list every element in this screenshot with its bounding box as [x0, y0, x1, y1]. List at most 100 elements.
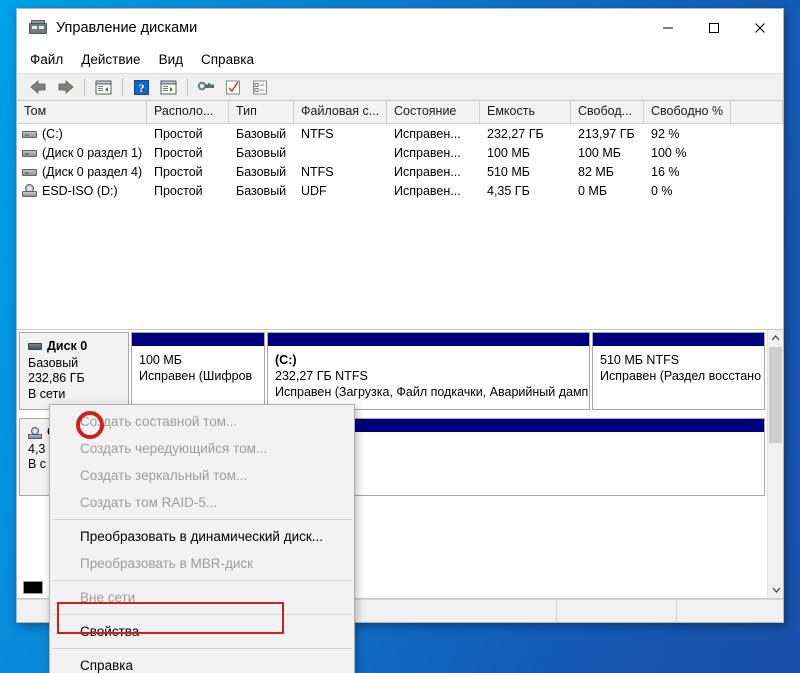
- menu-item-help[interactable]: Справка: [201, 50, 263, 70]
- status-segment-3: [677, 600, 783, 622]
- show-console-tree-icon[interactable]: [90, 76, 116, 98]
- menu-item-file[interactable]: Файл: [30, 50, 72, 70]
- partition-box[interactable]: 100 МБ Исправен (Шифров: [131, 332, 265, 410]
- column-header-capacity[interactable]: Емкость: [480, 101, 571, 123]
- column-header-empty[interactable]: [731, 101, 783, 123]
- disk-management-icon: [29, 20, 47, 36]
- cell-free-percent: 92 %: [651, 126, 680, 141]
- partition-text: (C:) 232,27 ГБ NTFS Исправен (Загрузка, …: [268, 347, 589, 400]
- cell-volume-label: (C:): [42, 126, 63, 141]
- partition-box[interactable]: (C:) 232,27 ГБ NTFS Исправен (Загрузка, …: [267, 332, 590, 410]
- svg-text:?: ?: [138, 81, 144, 95]
- cell-volume: (Диск 0 раздел 4): [17, 165, 147, 179]
- toolbar-separator: [84, 78, 85, 96]
- context-menu-item-mirrored-volume: Создать зеркальный том...: [80, 468, 248, 483]
- column-header-free-percent[interactable]: Свободно %: [644, 101, 731, 123]
- column-header-filesystem[interactable]: Файловая с...: [294, 101, 387, 123]
- cell-free: 0 МБ: [578, 183, 608, 198]
- minimize-button[interactable]: [645, 9, 691, 47]
- cell-type: Базовый: [236, 145, 287, 160]
- red-circle-annotation: [76, 411, 104, 439]
- rescan-disks-icon[interactable]: [193, 76, 219, 98]
- column-header-volume[interactable]: Том: [17, 101, 147, 123]
- scrollbar-thumb[interactable]: [769, 347, 782, 443]
- legend-swatch: [23, 580, 43, 594]
- partition-status: Исправен (Раздел восстано: [600, 369, 762, 383]
- disk0-partitions: 100 МБ Исправен (Шифров (C:) 232,27 ГБ N…: [129, 332, 765, 410]
- scroll-down-button[interactable]: [768, 582, 783, 598]
- close-button[interactable]: [737, 9, 783, 47]
- context-menu-item-help[interactable]: Справка: [50, 652, 354, 673]
- forward-arrow-icon[interactable]: [52, 76, 78, 98]
- toolbar: ?: [17, 73, 783, 101]
- context-menu-item-raid5-volume: Создать том RAID-5...: [80, 495, 218, 510]
- partition-status: Исправен (Загрузка, Файл подкачки, Авари…: [275, 385, 590, 399]
- context-menu-item-convert-dynamic[interactable]: Преобразовать в динамический диск...: [50, 523, 354, 550]
- partition-box[interactable]: 510 МБ NTFS Исправен (Раздел восстано: [592, 332, 765, 410]
- cell-layout: Простой: [154, 145, 203, 160]
- partition-color-bar: [593, 333, 764, 347]
- menu-item-action[interactable]: Действие: [81, 50, 149, 70]
- cell-capacity: 100 МБ: [487, 145, 530, 160]
- help-icon[interactable]: ?: [128, 76, 154, 98]
- menu-item-view[interactable]: Вид: [159, 50, 192, 70]
- task-list-icon[interactable]: [247, 76, 273, 98]
- context-menu-item-convert-mbr: Преобразовать в MBR-диск: [80, 556, 254, 571]
- column-header-layout[interactable]: Располо...: [147, 101, 229, 123]
- table-row[interactable]: (C:) Простой Базовый NTFS Исправен... 23…: [17, 124, 783, 143]
- cell-status: Исправен...: [394, 126, 461, 141]
- column-header-free[interactable]: Свобод...: [571, 101, 644, 123]
- partition-text: 510 МБ NTFS Исправен (Раздел восстано: [593, 347, 764, 384]
- table-row[interactable]: (Диск 0 раздел 4) Простой Базовый NTFS И…: [17, 162, 783, 181]
- cell-free: 100 МБ: [578, 145, 621, 160]
- partition-color-bar: [268, 333, 589, 347]
- volume-list-header: Том Располо... Тип Файловая с... Состоян…: [17, 101, 783, 124]
- volume-icon: [22, 128, 37, 140]
- cell-free-percent: 0 %: [651, 183, 673, 198]
- maximize-button[interactable]: [691, 9, 737, 47]
- window-controls: [645, 9, 783, 47]
- show-action-pane-icon[interactable]: [155, 76, 181, 98]
- volume-list-body: (C:) Простой Базовый NTFS Исправен... 23…: [17, 124, 783, 329]
- context-menu-separator: [52, 519, 352, 520]
- partition-text: 100 МБ Исправен (Шифров: [132, 347, 264, 384]
- cell-free: 82 МБ: [578, 164, 614, 179]
- table-row[interactable]: (Диск 0 раздел 1) Простой Базовый Исправ…: [17, 143, 783, 162]
- context-menu-separator: [52, 580, 352, 581]
- harddisk-icon: [28, 343, 42, 351]
- partition-size: 100 МБ: [139, 353, 182, 367]
- cell-volume: ESD-ISO (D:): [17, 184, 147, 198]
- partition-status: Исправен (Шифров: [139, 369, 253, 383]
- cell-capacity: 4,35 ГБ: [487, 183, 530, 198]
- red-rect-annotation: [57, 602, 284, 634]
- properties-checkmark-icon[interactable]: [220, 76, 246, 98]
- window-title: Управление дисками: [56, 20, 198, 36]
- disk-info-disk0[interactable]: Диск 0 Базовый 232,86 ГБ В сети: [19, 332, 129, 410]
- partition-size: 232,27 ГБ NTFS: [275, 369, 368, 383]
- context-menu-item-striped-volume: Создать чередующийся том...: [80, 441, 268, 456]
- scroll-up-button[interactable]: [768, 330, 783, 346]
- status-segment-2: [557, 600, 677, 622]
- back-arrow-icon[interactable]: [25, 76, 51, 98]
- cell-capacity: 232,27 ГБ: [487, 126, 544, 141]
- cdrom-icon: [28, 426, 42, 439]
- table-row[interactable]: ESD-ISO (D:) Простой Базовый UDF Исправе…: [17, 181, 783, 200]
- partition-title: (C:): [275, 353, 297, 367]
- disk-name: Диск 0: [47, 339, 88, 353]
- disk-size: 232,86 ГБ: [28, 371, 85, 385]
- volume-icon: [22, 166, 37, 178]
- graphical-view-scrollbar[interactable]: [767, 330, 783, 598]
- disk-row-disk0[interactable]: Диск 0 Базовый 232,86 ГБ В сети 100 МБ И…: [19, 332, 765, 410]
- context-menu-separator: [52, 648, 352, 649]
- cell-filesystem: NTFS: [301, 164, 334, 179]
- cell-free-percent: 16 %: [651, 164, 680, 179]
- column-header-type[interactable]: Тип: [229, 101, 294, 123]
- cell-layout: Простой: [154, 183, 203, 198]
- disk-status: В сети: [28, 386, 66, 401]
- cell-free-percent: 100 %: [651, 145, 687, 160]
- cell-filesystem: NTFS: [301, 126, 334, 141]
- partition-size: 510 МБ NTFS: [600, 353, 680, 367]
- column-header-status[interactable]: Состояние: [387, 101, 480, 123]
- partition-color-bar: [132, 333, 264, 347]
- cell-free: 213,97 ГБ: [578, 126, 635, 141]
